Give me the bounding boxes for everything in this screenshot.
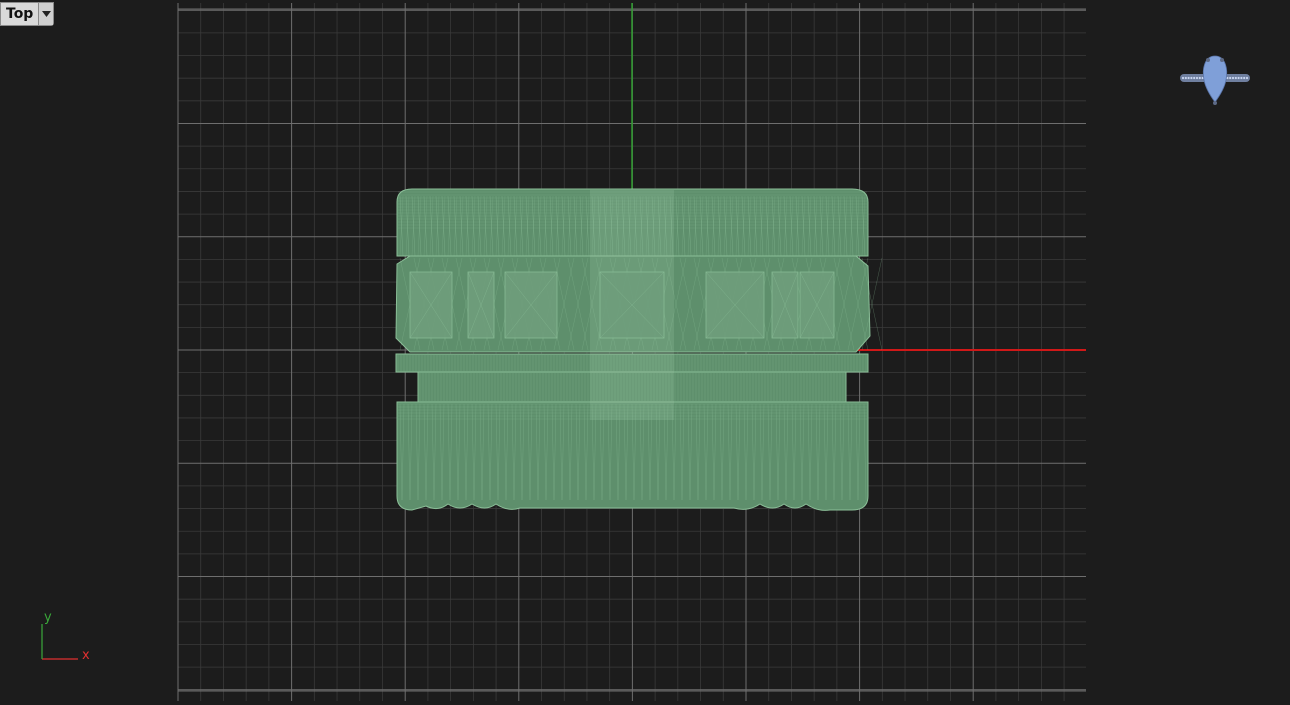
band-stone bbox=[1190, 76, 1193, 80]
viewport-scene[interactable] bbox=[0, 0, 1290, 705]
top-viewport[interactable]: Top y x bbox=[0, 0, 1290, 705]
band-stone bbox=[1181, 76, 1185, 80]
band-stone bbox=[1184, 76, 1187, 80]
view-dropdown-button[interactable] bbox=[38, 3, 54, 25]
axis-icon-y-label: y bbox=[44, 610, 52, 625]
band-stone bbox=[1193, 76, 1196, 80]
viewport-title[interactable]: Top bbox=[1, 3, 38, 25]
viewport-title-tab[interactable]: Top bbox=[0, 2, 55, 26]
band-stone bbox=[1234, 76, 1237, 80]
band-stone bbox=[1245, 76, 1249, 80]
axis-icon-x-label: x bbox=[82, 648, 90, 663]
band-stone bbox=[1231, 76, 1235, 80]
band-stone bbox=[1229, 76, 1232, 80]
chevron-down-icon bbox=[41, 11, 51, 17]
band-stone bbox=[1198, 76, 1201, 80]
band-stone bbox=[1240, 76, 1243, 80]
ring-with-pear-gem-icon bbox=[1180, 55, 1250, 105]
band-stone bbox=[1237, 76, 1240, 80]
ring-mesh-object[interactable] bbox=[395, 188, 883, 511]
band-stone bbox=[1243, 76, 1246, 80]
band-stone bbox=[1195, 76, 1199, 80]
band-stone bbox=[1187, 76, 1190, 80]
